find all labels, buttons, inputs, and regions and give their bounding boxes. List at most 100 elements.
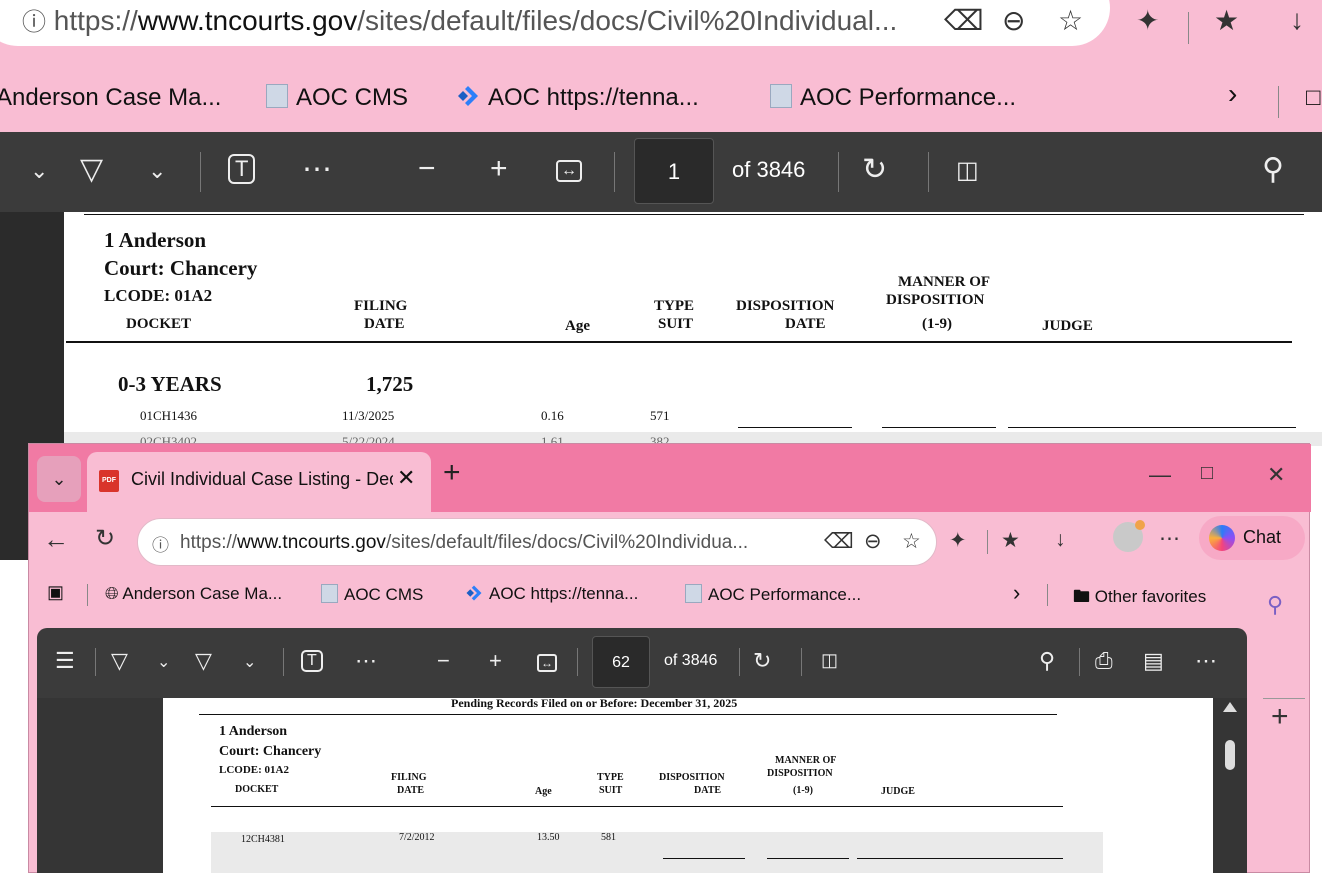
more-tools-icon[interactable]: ⋯ [302, 152, 332, 187]
col-filing-date: DATE [397, 785, 425, 796]
text-tool-icon[interactable]: T [228, 154, 256, 184]
favorite-aoc-cms[interactable]: AOC CMS [266, 84, 408, 112]
scroll-up-arrow-icon[interactable] [1223, 702, 1237, 712]
address-bar[interactable]: ⓘ https://www.tncourts.gov/sites/default… [137, 518, 937, 566]
more-options-icon[interactable]: ⋯ [1195, 648, 1217, 674]
table-row-band [211, 832, 1103, 873]
save-icon[interactable]: ▤ [1143, 648, 1164, 674]
draw-icon[interactable]: ▽ [195, 648, 212, 674]
favorite-anderson-case[interactable]: 🌐︎ Anderson Case Ma... [105, 584, 282, 604]
judge-line [1008, 427, 1296, 428]
more-favorites-chevron-icon[interactable]: › [1013, 580, 1020, 606]
chevron-down-icon[interactable]: ⌄ [157, 652, 170, 672]
new-tab-icon[interactable]: + [443, 456, 461, 490]
more-favorites-chevron-icon[interactable]: › [1228, 78, 1237, 110]
favorites-icon[interactable]: ★ [1214, 4, 1239, 37]
favorite-aoc-jira[interactable]: AOC https://tenna... [465, 584, 638, 604]
rotate-icon[interactable]: ↻ [862, 152, 887, 187]
divider [1047, 584, 1048, 606]
search-icon[interactable]: ⚲ [1039, 648, 1055, 674]
favorite-star-icon[interactable]: ☆ [1058, 4, 1083, 37]
more-tools-icon[interactable]: ⋯ [355, 648, 377, 674]
page-view-icon[interactable]: ◫ [821, 650, 838, 671]
disposition-date-line [663, 858, 745, 859]
tab-actions-menu[interactable]: ⌄ [37, 456, 81, 502]
site-info-icon[interactable]: ⓘ [22, 9, 46, 36]
court-heading: Court: Chancery [219, 744, 322, 759]
col-manner-range: (1-9) [922, 316, 952, 332]
text-tool-icon[interactable]: T [301, 650, 323, 672]
contents-icon[interactable]: ☰ [55, 648, 75, 674]
favorite-aoc-performance[interactable]: AOC Performance... [770, 84, 1016, 112]
search-icon[interactable]: ⚲ [1262, 152, 1284, 187]
highlight-icon[interactable]: ▽ [111, 648, 128, 674]
add-sidebar-app-icon[interactable]: + [1271, 700, 1289, 734]
favorites-icon[interactable]: ★ [1001, 528, 1020, 553]
col-age: Age [565, 318, 590, 334]
col-disposition-date: DATE [694, 785, 722, 796]
col-manner: MANNER OF [898, 274, 991, 290]
read-aloud-icon[interactable]: ⌫ [824, 529, 854, 554]
row-age: 0.16 [541, 408, 564, 423]
back-arrow-icon[interactable]: ← [43, 524, 69, 555]
favorite-aoc-jira[interactable]: AOC https://tenna... [456, 84, 699, 112]
zoom-in-icon[interactable]: + [490, 152, 508, 186]
col-disposition-date: DATE [785, 316, 826, 332]
lcode-heading: LCODE: 01A2 [219, 764, 289, 776]
divider [577, 648, 578, 676]
maximize-icon[interactable]: □ [1201, 462, 1213, 485]
folder-icon: 🖿︎ [1073, 587, 1095, 606]
fit-width-icon[interactable]: ↔ [556, 160, 582, 182]
print-icon[interactable]: ⎙ [1095, 648, 1113, 674]
favorite-aoc-performance[interactable]: AOC Performance... [685, 584, 861, 605]
url-text[interactable]: ⓘ https://www.tncourts.gov/sites/default… [22, 2, 897, 37]
globe-icon: 🌐︎ [105, 584, 123, 603]
chevron-down-icon[interactable]: ⌄ [243, 652, 256, 672]
scrollbar-thumb[interactable] [1225, 740, 1235, 770]
zoom-out-icon[interactable]: − [437, 648, 450, 674]
highlight-icon[interactable]: ▽ [80, 152, 103, 187]
zoom-in-icon[interactable]: + [489, 648, 502, 674]
more-options-icon[interactable]: ⋯ [1159, 526, 1180, 551]
read-aloud-icon[interactable]: ⌫ [944, 4, 984, 37]
col-judge: JUDGE [881, 786, 915, 797]
tab-groups-icon[interactable]: ▣ [47, 582, 64, 603]
downloads-icon[interactable]: ↓ [1290, 4, 1304, 36]
site-info-icon[interactable]: ⓘ [152, 531, 169, 556]
page-number-input[interactable]: 1 [634, 138, 714, 204]
col-type: TYPE [654, 298, 695, 314]
vertical-scrollbar[interactable] [1219, 702, 1241, 873]
reload-icon[interactable]: ↻ [95, 524, 115, 553]
zoom-out-icon[interactable]: ⊖ [1002, 4, 1025, 37]
zoom-out-icon[interactable]: − [418, 152, 436, 186]
copilot-icon [1209, 525, 1235, 551]
extensions-icon[interactable]: ✦ [1136, 4, 1159, 37]
top-rule [84, 214, 1304, 215]
favorite-aoc-cms[interactable]: AOC CMS [321, 584, 423, 605]
divider [87, 584, 88, 606]
group-count: 1,725 [366, 372, 414, 396]
folder-icon[interactable]: □ [1306, 84, 1321, 112]
profile-avatar[interactable] [1113, 520, 1145, 552]
page-number-input[interactable]: 62 [592, 636, 650, 688]
chevron-down-icon[interactable]: ⌄ [148, 158, 166, 184]
sidebar-search-icon[interactable]: ⚲ [1267, 592, 1283, 618]
minimize-icon[interactable]: — [1149, 462, 1171, 488]
col-judge: JUDGE [1042, 318, 1093, 334]
favorite-star-icon[interactable]: ☆ [902, 529, 921, 554]
col-suit: SUIT [599, 785, 623, 796]
other-favorites[interactable]: 🖿︎ Other favorites [1073, 584, 1206, 613]
page-view-icon[interactable]: ◫ [956, 156, 979, 185]
zoom-out-icon[interactable]: ⊖ [864, 529, 882, 554]
fit-width-icon[interactable]: ↔ [537, 654, 557, 672]
rotate-icon[interactable]: ↻ [753, 648, 771, 674]
close-window-icon[interactable]: ✕ [1267, 462, 1285, 488]
tab-civil-case-listing[interactable]: PDF Civil Individual Case Listing - Dec … [87, 452, 431, 512]
address-bar-row: ⓘ https://www.tncourts.gov/sites/default… [0, 0, 1322, 70]
downloads-icon[interactable]: ↓ [1055, 528, 1066, 552]
close-tab-icon[interactable]: ✕ [397, 465, 415, 491]
chevron-down-icon[interactable]: ⌄ [30, 158, 48, 184]
favorite-anderson-case[interactable]: Anderson Case Ma... [0, 84, 221, 112]
extensions-icon[interactable]: ✦ [949, 528, 967, 553]
copilot-chat-button[interactable]: Chat [1199, 516, 1305, 560]
